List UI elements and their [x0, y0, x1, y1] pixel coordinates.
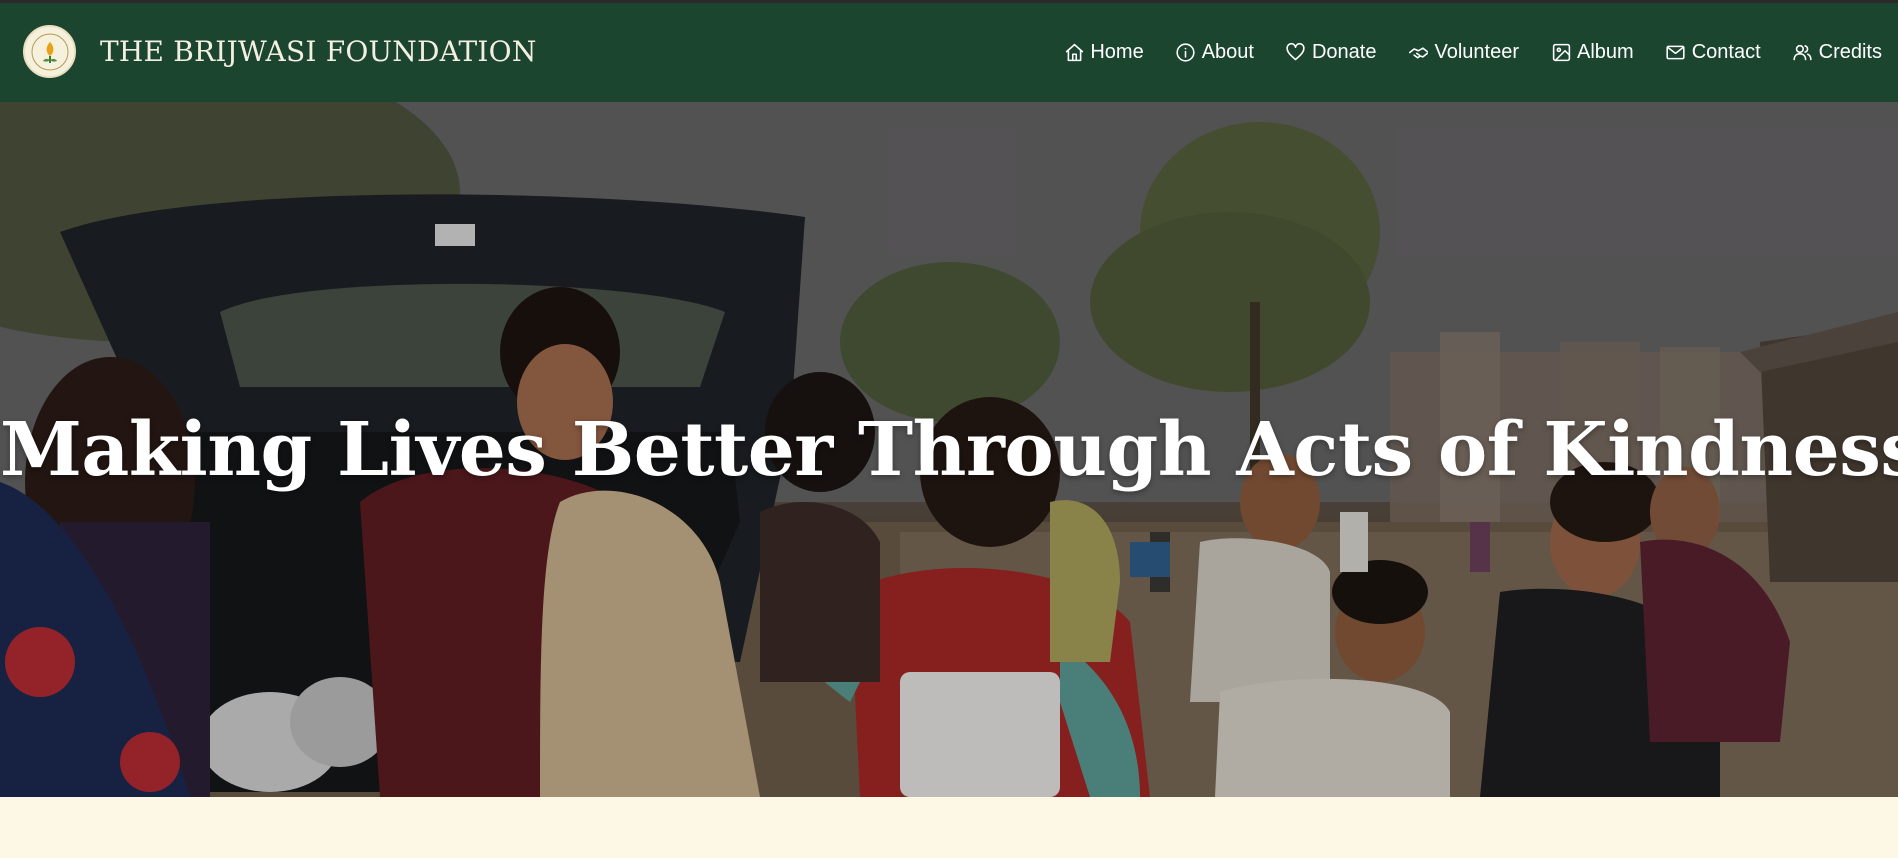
nav-volunteer-label: Volunteer — [1434, 41, 1519, 63]
nav-donate-label: Donate — [1311, 41, 1377, 63]
nav-donate[interactable]: Donate — [1285, 41, 1377, 64]
info-icon — [1175, 42, 1197, 64]
users-icon — [1792, 42, 1814, 64]
hero-banner: Making Lives Better Through Acts of Kind… — [0, 102, 1898, 797]
main-navigation: Home About Donate Volunteer Album Contac… — [1032, 41, 1882, 64]
site-header: THE BRIJWASI FOUNDATION Home About Donat… — [0, 3, 1898, 102]
hero-title: Making Lives Better Through Acts of Kind… — [0, 407, 1898, 493]
nav-volunteer[interactable]: Volunteer — [1407, 41, 1519, 64]
mail-icon — [1665, 42, 1687, 64]
nav-contact-label: Contact — [1691, 41, 1761, 63]
image-icon — [1550, 42, 1572, 64]
nav-credits-label: Credits — [1818, 41, 1882, 63]
nav-home-label: Home — [1090, 41, 1144, 63]
nav-home[interactable]: Home — [1063, 41, 1144, 64]
site-brand-name[interactable]: THE BRIJWASI FOUNDATION — [100, 35, 537, 68]
foundation-logo-icon[interactable] — [23, 25, 76, 78]
nav-about-label: About — [1201, 41, 1254, 63]
heart-icon — [1285, 42, 1307, 64]
nav-contact[interactable]: Contact — [1665, 41, 1761, 64]
nav-credits[interactable]: Credits — [1792, 41, 1882, 64]
handshake-icon — [1407, 42, 1429, 64]
content-section-start — [0, 797, 1898, 858]
nav-album[interactable]: Album — [1550, 41, 1634, 64]
home-icon — [1063, 42, 1085, 64]
nav-album-label: Album — [1577, 41, 1634, 63]
nav-about[interactable]: About — [1175, 41, 1254, 64]
